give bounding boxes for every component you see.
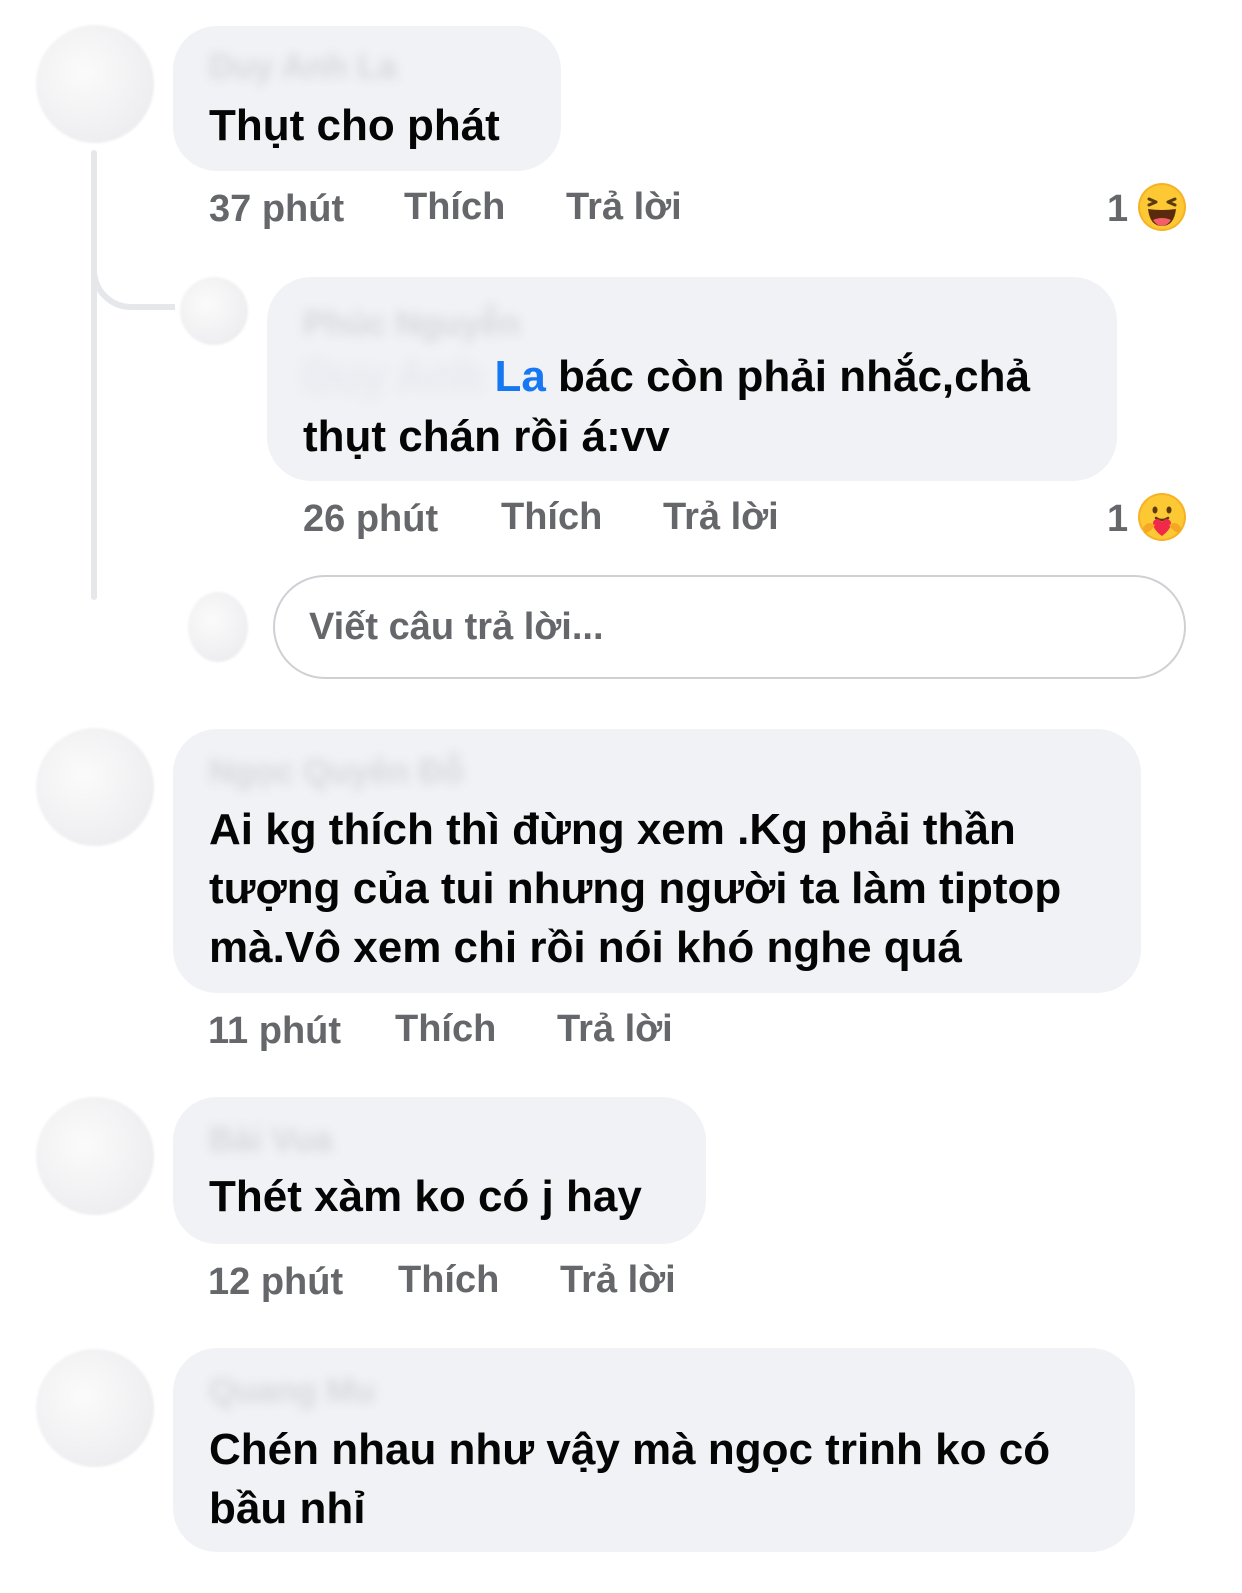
comment-text: Thụt cho phát: [209, 101, 500, 150]
comment-timestamp[interactable]: 37 phút: [209, 188, 344, 231]
avatar[interactable]: [180, 277, 248, 345]
comment-timestamp[interactable]: 11 phút: [208, 1010, 341, 1053]
reaction-count[interactable]: 1: [1107, 188, 1128, 231]
comment-author[interactable]: Quang Mu: [209, 1372, 375, 1411]
like-button[interactable]: Thích: [398, 1259, 499, 1302]
mention-link[interactable]: Duy Anh: [303, 352, 494, 401]
reaction-count[interactable]: 1: [1107, 498, 1128, 541]
comment-text-line: Ai kg thích thì đừng xem .Kg phải thần: [209, 805, 1016, 854]
comment-text: Duy Anh La bác còn phải nhắc,chả: [303, 347, 1030, 407]
comment-text-line: thụt chán rồi á:vv: [303, 412, 670, 461]
comment-timestamp[interactable]: 12 phút: [208, 1261, 343, 1304]
laughing-emoji-icon[interactable]: [1137, 182, 1187, 232]
avatar[interactable]: [36, 1097, 154, 1215]
reply-button[interactable]: Trả lời: [663, 496, 779, 539]
comment-bubble: Ngọc Quyên Đỗ Ai kg thích thì đừng xem .…: [173, 729, 1141, 993]
comment-bubble: Quang Mu Chén nhau như vậy mà ngọc trinh…: [173, 1348, 1135, 1552]
reply-button[interactable]: Trả lời: [566, 186, 682, 229]
reply-button[interactable]: Trả lời: [560, 1259, 676, 1302]
comment-text-line: bác còn phải nhắc,chả: [545, 352, 1030, 401]
avatar[interactable]: [36, 728, 154, 846]
avatar[interactable]: [36, 25, 154, 143]
like-button[interactable]: Thích: [501, 496, 602, 539]
comment-timestamp[interactable]: 26 phút: [303, 498, 438, 541]
thread-line-branch: [91, 262, 175, 310]
comment-author[interactable]: Phúc Nguyễn: [303, 305, 520, 344]
care-hug-emoji-icon[interactable]: [1137, 492, 1187, 542]
like-button[interactable]: Thích: [395, 1008, 496, 1051]
reply-button[interactable]: Trả lời: [557, 1008, 673, 1051]
reply-input[interactable]: [273, 575, 1186, 679]
comment-text: Thét xàm ko có j hay: [209, 1172, 642, 1221]
comment-text-line: tượng của tui nhưng người ta làm tiptop: [209, 864, 1062, 913]
current-user-avatar[interactable]: [188, 592, 248, 662]
comment-text-line: Chén nhau như vậy mà ngọc trinh ko có: [209, 1425, 1051, 1474]
comment-bubble: Bài Vua Thét xàm ko có j hay: [173, 1097, 706, 1244]
like-button[interactable]: Thích: [404, 186, 505, 229]
comment-text-line: bầu nhỉ: [209, 1484, 366, 1533]
comment-author[interactable]: Duy Anh La: [209, 48, 397, 87]
mention-link[interactable]: La: [494, 352, 545, 401]
thread-line-vertical: [91, 150, 97, 600]
comment-author[interactable]: Ngọc Quyên Đỗ: [209, 753, 464, 792]
comment-bubble: Phúc Nguyễn Duy Anh La bác còn phải nhắc…: [267, 277, 1117, 481]
avatar[interactable]: [36, 1349, 154, 1467]
comment-author[interactable]: Bài Vua: [209, 1121, 332, 1160]
comment-text-line: mà.Vô xem chi rồi nói khó nghe quá: [209, 923, 963, 972]
comment-bubble: Duy Anh La Thụt cho phát: [173, 26, 561, 171]
